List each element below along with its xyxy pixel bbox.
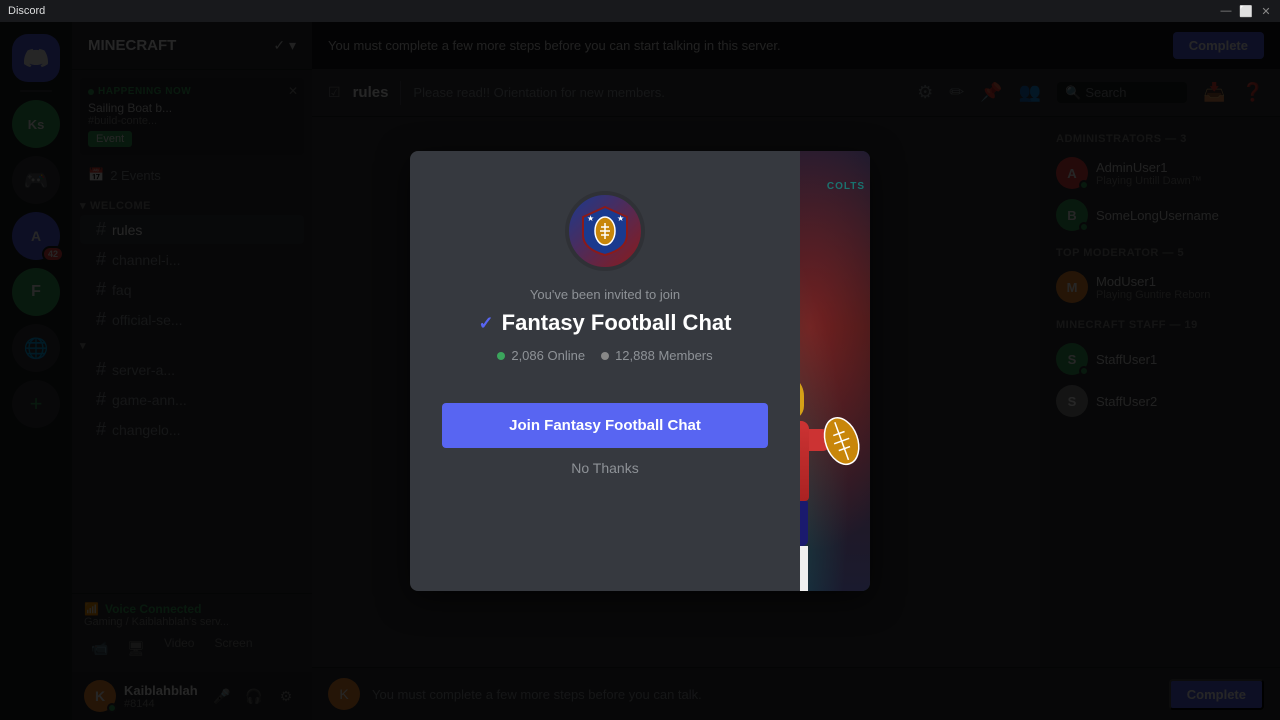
- online-dot: [497, 352, 505, 360]
- invite-modal-left: ★ ★ You've been invited to join ✓ Fantas…: [410, 151, 800, 591]
- member-dot: [601, 352, 609, 360]
- no-thanks-button[interactable]: No Thanks: [442, 460, 768, 476]
- invite-subtitle: You've been invited to join: [530, 287, 680, 302]
- colts-text: COLTS: [827, 181, 865, 192]
- member-stat: 12,888 Members: [601, 348, 713, 363]
- invite-modal: ★ ★ You've been invited to join ✓ Fantas…: [410, 151, 870, 591]
- server-invite-logo: ★ ★: [565, 191, 645, 271]
- svg-text:★: ★: [617, 214, 624, 223]
- close-button[interactable]: ✕: [1260, 5, 1272, 17]
- join-server-button[interactable]: Join Fantasy Football Chat: [442, 403, 768, 448]
- minimize-button[interactable]: —: [1220, 5, 1232, 17]
- titlebar: Discord — ⬜ ✕: [0, 0, 1280, 22]
- invite-stats: 2,086 Online 12,888 Members: [497, 348, 712, 363]
- svg-text:★: ★: [587, 214, 594, 223]
- window-controls: — ⬜ ✕: [1220, 5, 1272, 17]
- verified-badge-icon: ✓: [479, 313, 494, 334]
- modal-overlay: ★ ★ You've been invited to join ✓ Fantas…: [0, 22, 1280, 720]
- invite-server-name: ✓ Fantasy Football Chat: [479, 310, 732, 336]
- online-stat: 2,086 Online: [497, 348, 585, 363]
- restore-button[interactable]: ⬜: [1240, 5, 1252, 17]
- app-title: Discord: [8, 5, 45, 17]
